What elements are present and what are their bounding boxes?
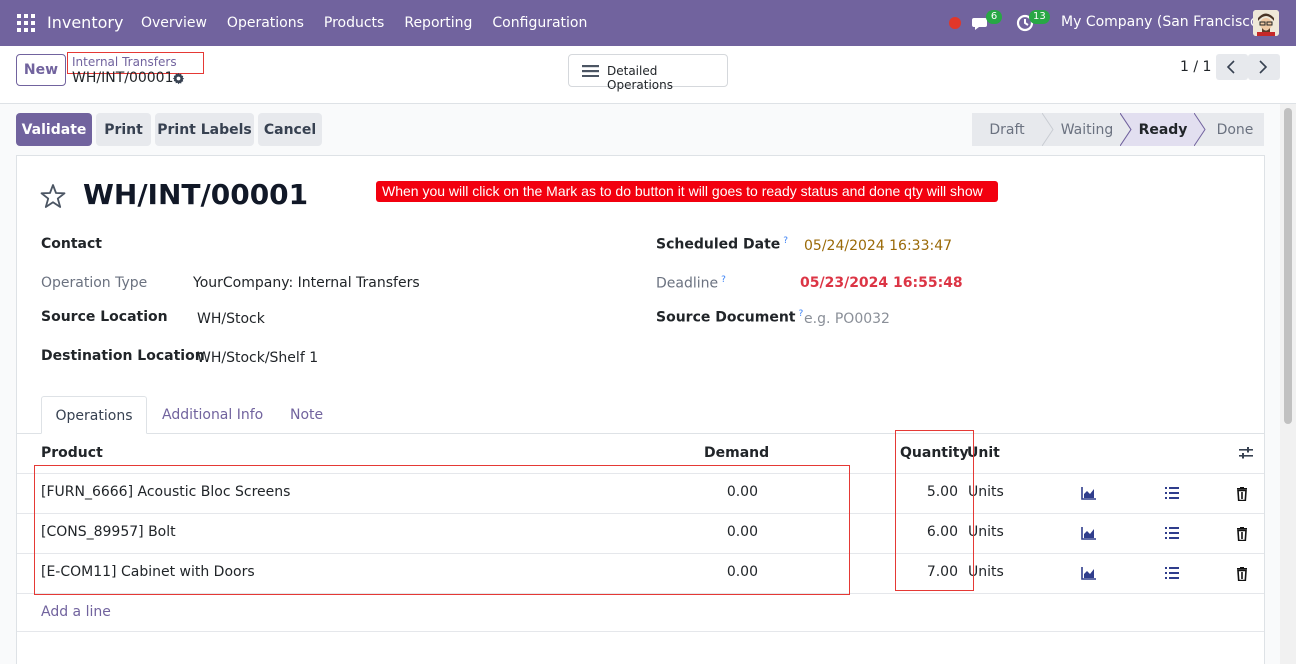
list-icon — [582, 65, 599, 77]
cancel-button[interactable]: Cancel — [258, 113, 322, 146]
area-chart-icon[interactable] — [1081, 526, 1097, 540]
validate-button[interactable]: Validate — [16, 113, 92, 146]
tab-additional-info[interactable]: Additional Info — [162, 396, 263, 434]
scrollbar-thumb[interactable] — [1284, 108, 1292, 424]
area-chart-icon[interactable] — [1081, 566, 1097, 580]
area-chart-icon[interactable] — [1081, 486, 1097, 500]
stage-separator — [1042, 113, 1054, 146]
bullet-list-icon[interactable] — [1164, 486, 1180, 500]
app-name[interactable]: Inventory — [47, 13, 123, 32]
pager-next-button[interactable] — [1248, 54, 1280, 80]
pager-previous-button[interactable] — [1216, 54, 1248, 80]
scheduled-date-field[interactable]: 05/24/2024 16:33:47 — [804, 238, 952, 254]
gear-icon[interactable] — [172, 72, 185, 85]
trash-icon[interactable] — [1234, 487, 1250, 501]
stage-ready-label: Ready — [1138, 121, 1188, 138]
stage-separator — [1120, 113, 1132, 146]
record-title: WH/INT/00001 — [83, 178, 309, 211]
source-document-label: Source Document? — [656, 309, 803, 326]
menu-products[interactable]: Products — [324, 15, 384, 31]
stage-separator — [1194, 113, 1206, 146]
contact-label: Contact — [41, 236, 102, 252]
new-button[interactable]: New — [16, 54, 66, 86]
annotation-tooltip: When you will click on the Mark as to do… — [376, 181, 998, 202]
deadline-label-text: Deadline — [656, 275, 719, 292]
quantity-highlight-box — [895, 430, 974, 591]
sliders-icon[interactable] — [1238, 446, 1254, 460]
star-icon[interactable] — [40, 183, 66, 209]
print-button[interactable]: Print — [96, 113, 151, 146]
source-location-label: Source Location — [41, 309, 168, 325]
detailed-operations-button[interactable]: Detailed Operations — [568, 54, 728, 92]
destination-location-field[interactable]: WH/Stock/Shelf 1 — [197, 350, 318, 366]
bullet-list-icon[interactable] — [1164, 526, 1180, 540]
stage-draft-label: Draft — [989, 121, 1025, 138]
page-scrollbar[interactable] — [1280, 104, 1296, 664]
stage-draft[interactable]: Draft — [972, 113, 1042, 146]
operation-type-field[interactable]: YourCompany: Internal Transfers — [193, 275, 420, 291]
trash-icon[interactable] — [1234, 527, 1250, 541]
menu-operations[interactable]: Operations — [227, 15, 304, 31]
deadline-label: Deadline? — [656, 275, 726, 292]
products-highlight-box — [34, 465, 850, 595]
stage-waiting-label: Waiting — [1060, 121, 1114, 138]
help-icon[interactable]: ? — [721, 275, 726, 285]
destination-location-label: Destination Location — [41, 348, 205, 364]
user-avatar[interactable] — [1253, 10, 1279, 36]
detailed-operations-label: Detailed Operations — [607, 64, 673, 92]
menu-overview[interactable]: Overview — [141, 15, 207, 31]
operation-type-label: Operation Type — [41, 275, 148, 291]
chevron-right-icon — [1259, 60, 1268, 74]
stage-ready[interactable]: Ready — [1132, 113, 1194, 146]
table-footer-divider — [17, 631, 1264, 632]
main-menu: Overview Operations Products Reporting C… — [141, 15, 607, 31]
menu-reporting[interactable]: Reporting — [404, 15, 472, 31]
help-icon[interactable]: ? — [799, 309, 804, 319]
apps-grid-icon[interactable] — [17, 14, 35, 32]
record-dot-icon[interactable] — [949, 17, 961, 29]
trash-icon[interactable] — [1234, 567, 1250, 581]
source-document-label-text: Source Document — [656, 309, 796, 326]
activities-badge: 13 — [1029, 10, 1050, 24]
status-bar: Draft Waiting Ready Done — [972, 113, 1264, 146]
chevron-left-icon — [1226, 60, 1235, 74]
tab-operations[interactable]: Operations — [41, 396, 147, 434]
stage-waiting[interactable]: Waiting — [1054, 113, 1120, 146]
column-product[interactable]: Product — [41, 445, 103, 461]
pager-value[interactable]: 1 / 1 — [1180, 59, 1211, 75]
add-line-link[interactable]: Add a line — [41, 604, 111, 620]
stage-done-label: Done — [1216, 121, 1254, 138]
messages-badge: 6 — [986, 10, 1002, 24]
help-icon[interactable]: ? — [783, 236, 788, 246]
column-demand[interactable]: Demand — [704, 445, 769, 461]
scheduled-date-label-text: Scheduled Date — [656, 236, 781, 253]
source-document-field[interactable]: e.g. PO0032 — [804, 311, 890, 327]
control-panel: New Internal Transfers WH/INT/00001 Deta… — [0, 46, 1296, 104]
breadcrumb-current: WH/INT/00001 — [72, 70, 174, 86]
top-navbar: Inventory Overview Operations Products R… — [0, 0, 1296, 46]
company-switcher[interactable]: My Company (San Francisco) — [1061, 14, 1264, 30]
source-location-field[interactable]: WH/Stock — [197, 311, 265, 327]
scheduled-date-label: Scheduled Date? — [656, 236, 788, 253]
tab-note[interactable]: Note — [290, 396, 323, 434]
stage-done[interactable]: Done — [1206, 113, 1264, 146]
menu-configuration[interactable]: Configuration — [492, 15, 587, 31]
deadline-field[interactable]: 05/23/2024 16:55:48 — [800, 275, 963, 291]
bullet-list-icon[interactable] — [1164, 566, 1180, 580]
print-labels-button[interactable]: Print Labels — [155, 113, 254, 146]
